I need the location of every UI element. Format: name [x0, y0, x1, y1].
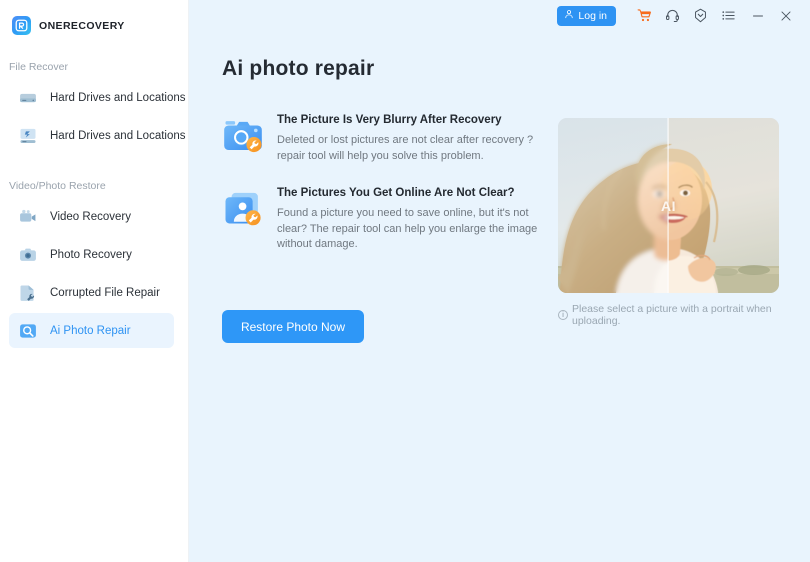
brand: ONERECOVERY: [0, 0, 188, 40]
nas-drive-icon: [18, 126, 38, 146]
sidebar-item-label: Corrupted File Repair: [50, 286, 160, 299]
photo-card-repair-icon: [222, 188, 264, 230]
sidebar: ONERECOVERY File Recover Hard Drives and…: [0, 0, 189, 562]
sidebar-item-label: Hard Drives and Locations: [50, 91, 186, 104]
ai-photo-repair-icon: [18, 321, 38, 341]
sidebar-item-hard-drives-and-locations[interactable]: Hard Drives and Locations: [9, 80, 186, 115]
minimize-icon[interactable]: [744, 4, 772, 28]
preview-image: AI: [558, 118, 779, 293]
feature-text: The Picture Is Very Blurry After Recover…: [277, 113, 542, 164]
restore-photo-now-button[interactable]: Restore Photo Now: [222, 310, 364, 343]
sidebar-group-title-file-recover: File Recover: [9, 61, 68, 73]
page-title: Ai photo repair: [222, 57, 375, 80]
feature-list: The Picture Is Very Blurry After Recover…: [222, 113, 542, 275]
feature-title: The Pictures You Get Online Are Not Clea…: [277, 187, 515, 199]
application-window: ONERECOVERY File Recover Hard Drives and…: [0, 0, 810, 562]
main-content: Log in Ai photo repair The Picture Is Ve…: [189, 0, 810, 562]
user-icon: [564, 9, 574, 22]
sidebar-item-label: Ai Photo Repair: [50, 324, 131, 337]
feature-description: Found a picture you need to save online,…: [277, 207, 538, 250]
video-camera-icon: [18, 207, 38, 227]
sidebar-item-photo-recovery[interactable]: Photo Recovery: [9, 237, 174, 272]
feature-description: Deleted or lost pictures are not clear a…: [277, 134, 534, 162]
preview-hint-text: Please select a picture with a portrait …: [572, 303, 772, 327]
sidebar-item-ai-photo-repair[interactable]: Ai Photo Repair: [9, 313, 174, 348]
file-repair-icon: [18, 283, 38, 303]
preview-hint: i Please select a picture with a portrai…: [558, 303, 810, 327]
login-button-label: Log in: [578, 9, 607, 22]
close-icon[interactable]: [772, 4, 800, 28]
camera-repair-icon: [222, 115, 264, 157]
sidebar-item-label: Video Recovery: [50, 210, 131, 223]
hard-drive-icon: [18, 88, 38, 108]
feature-item-blurry-picture: The Picture Is Very Blurry After Recover…: [222, 113, 542, 164]
onerecovery-logo-icon: [12, 16, 31, 35]
photo-camera-icon: [18, 245, 38, 265]
sidebar-item-video-recovery[interactable]: Video Recovery: [9, 199, 174, 234]
feature-item-online-pictures: The Pictures You Get Online Are Not Clea…: [222, 186, 542, 253]
info-icon: i: [558, 310, 568, 320]
brand-name: ONERECOVERY: [39, 19, 125, 32]
update-shield-icon[interactable]: [686, 4, 714, 28]
feature-text: The Pictures You Get Online Are Not Clea…: [277, 186, 542, 253]
sidebar-item-label: Photo Recovery: [50, 248, 132, 261]
menu-list-icon[interactable]: [714, 4, 742, 28]
feature-title: The Picture Is Very Blurry After Recover…: [277, 114, 502, 126]
cart-icon[interactable]: [630, 4, 658, 28]
login-button[interactable]: Log in: [557, 5, 616, 26]
headset-icon[interactable]: [658, 4, 686, 28]
sidebar-item-label: Hard Drives and Locations: [50, 129, 186, 142]
ai-badge-label: AI: [661, 197, 676, 214]
sidebar-item-corrupted-file-repair[interactable]: Corrupted File Repair: [9, 275, 174, 310]
sidebar-item-hard-drives-and-locations-network[interactable]: Hard Drives and Locations: [9, 118, 186, 153]
titlebar: Log in: [189, 0, 810, 31]
sidebar-group-title-video-photo-restore: Video/Photo Restore: [9, 180, 106, 192]
